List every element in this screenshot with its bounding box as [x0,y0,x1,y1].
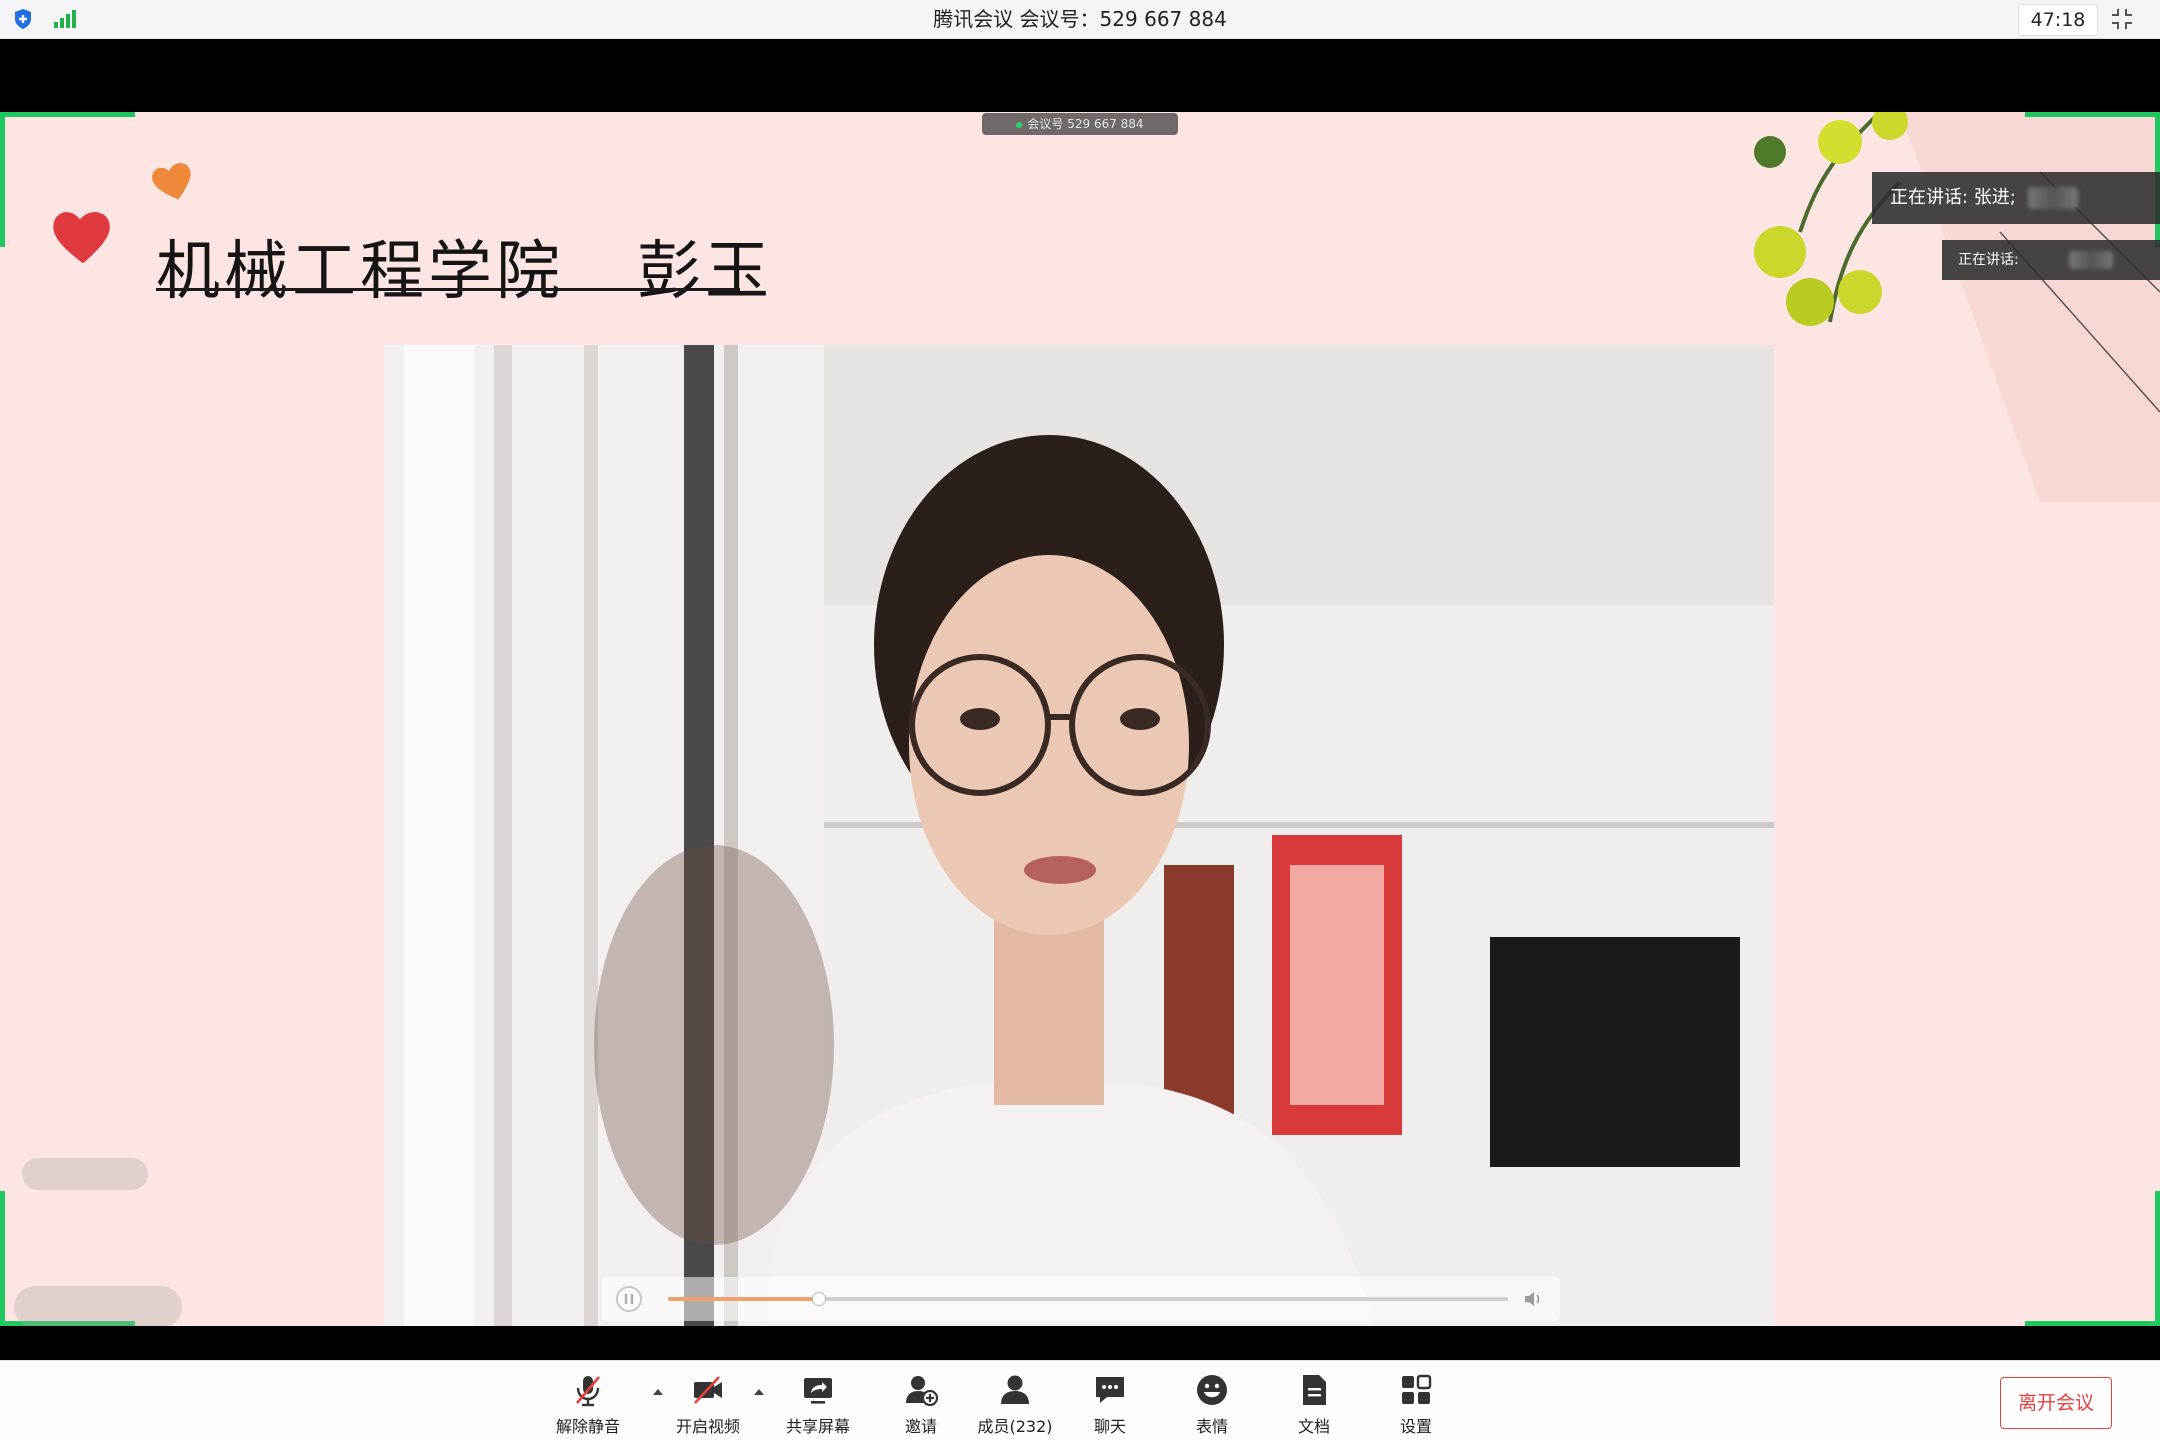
shared-screen: 会议号 529 667 884 机械工程学院 彭玉 正在讲话: 张进; 正在讲话… [0,112,2160,1326]
meeting-toolbar: 解除静音 开启视频 共享屏幕 邀请 成员(232) 聊天 表情 文档 设置 离开… [0,1360,2160,1441]
video-frame-speaker [384,345,1774,1326]
pause-icon[interactable] [616,1286,642,1312]
speaking-indicator-text: 正在讲话: 张进; [1890,187,2016,208]
frame-corner-bottom-right [2025,1191,2160,1326]
invite-button[interactable]: 邀请 [891,1361,951,1441]
meeting-id-pill[interactable]: 会议号 529 667 884 [982,113,1178,135]
leave-meeting-button[interactable]: 离开会议 [2000,1377,2112,1429]
heart-icon [53,212,110,264]
speaking-indicator-secondary: 正在讲话: [1942,240,2160,280]
window-title-bar: 腾讯会议 会议号：529 667 884 47:18 [0,0,2160,39]
settings-button[interactable]: 设置 [1386,1361,1446,1441]
video-progress-knob[interactable] [812,1292,827,1306]
video-off-icon [694,1376,722,1404]
emoji-icon [1197,1375,1227,1405]
start-video-button[interactable]: 开启视频 [676,1361,740,1441]
documents-button[interactable]: 文档 [1284,1361,1344,1441]
invite-icon [906,1376,938,1407]
blurred-avatar [2068,251,2113,269]
blurred-notification [22,1158,148,1190]
video-player[interactable] [384,345,1774,1326]
speaking-indicator: 正在讲话: 张进; [1872,172,2160,224]
fullscreen-icon[interactable] [2110,7,2134,31]
share-screen-icon [804,1378,832,1404]
slide-title-underline [156,288,740,291]
members-icon [1001,1375,1029,1404]
volume-icon[interactable] [1522,1289,1544,1309]
heart-icon [152,163,191,200]
settings-label: 设置 [1399,1417,1432,1436]
blurred-avatar [2027,187,2078,209]
video-controls [602,1277,1560,1321]
chat-icon [1096,1377,1124,1403]
mic-muted-icon [576,1376,600,1407]
status-dot [1016,121,1023,128]
unmute-button[interactable]: 解除静音 [556,1361,620,1441]
meeting-id-text: 会议号 529 667 884 [1027,117,1144,131]
video-progress-fill [668,1297,820,1301]
chat-button[interactable]: 聊天 [1080,1361,1140,1441]
unmute-label: 解除静音 [555,1417,620,1436]
settings-icon [1402,1374,1432,1404]
members-button[interactable]: 成员(232) [977,1361,1053,1441]
video-options-caret-icon[interactable] [752,1385,766,1399]
blurred-notification [14,1286,182,1326]
slide-title: 机械工程学院 彭玉 [156,235,774,309]
speaking-indicator-secondary-text: 正在讲话: [1958,252,2019,268]
document-icon [1303,1375,1326,1405]
window-title: 腾讯会议 会议号：529 667 884 [933,7,1227,31]
emoji-button[interactable]: 表情 [1182,1361,1242,1441]
share-screen-button[interactable]: 共享屏幕 [786,1361,850,1441]
audio-options-caret-icon[interactable] [651,1385,665,1399]
meeting-timer: 47:18 [2018,4,2098,36]
video-progress-bar[interactable] [668,1292,1508,1306]
